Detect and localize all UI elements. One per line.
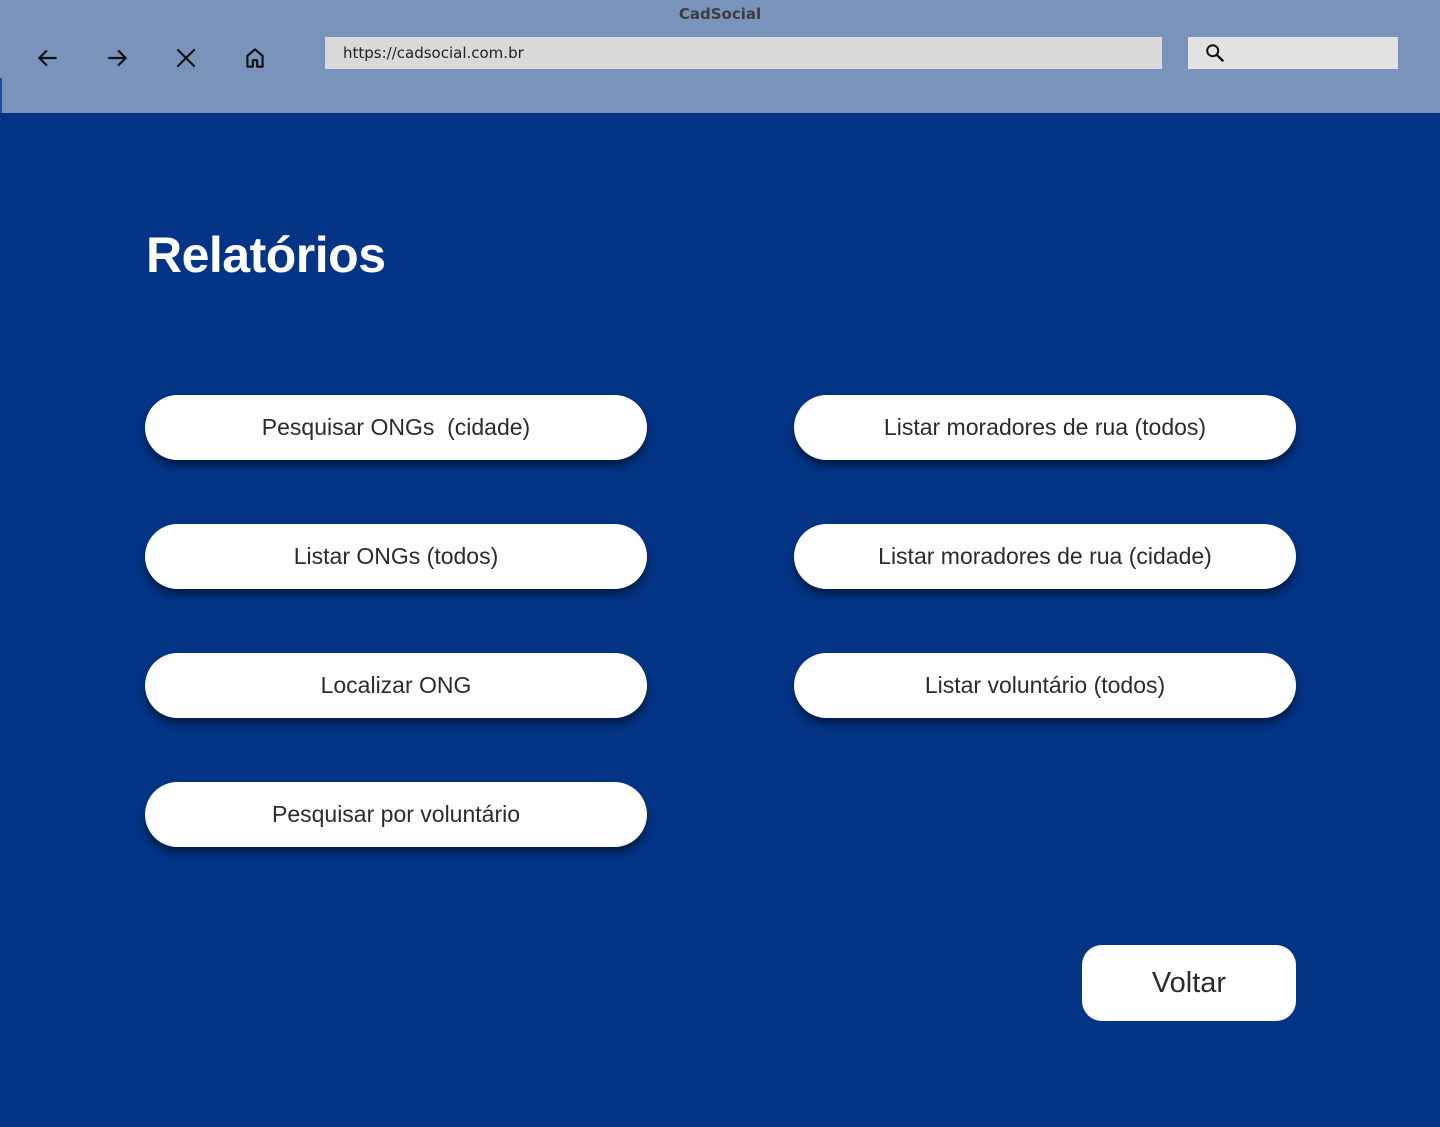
back-button[interactable]: Voltar <box>1082 945 1296 1021</box>
window-title: CadSocial <box>678 5 762 23</box>
browser-toolbar: CadSocial https://cadsocial.com.br <box>0 0 1440 113</box>
home-button[interactable] <box>241 44 269 72</box>
close-icon <box>176 48 196 68</box>
list-all-homeless-button[interactable]: Listar moradores de rua (todos) <box>794 395 1296 460</box>
search-input[interactable] <box>1188 37 1398 69</box>
locate-ngo-button[interactable]: Localizar ONG <box>145 653 647 718</box>
arrow-right-icon <box>108 49 128 67</box>
search-by-volunteer-button[interactable]: Pesquisar por voluntário <box>145 782 647 847</box>
home-icon <box>246 48 264 68</box>
list-all-ngos-button[interactable]: Listar ONGs (todos) <box>145 524 647 589</box>
page-title: Relatórios <box>146 227 386 283</box>
back-nav-button[interactable] <box>34 44 62 72</box>
search-ngos-by-city-button[interactable]: Pesquisar ONGs (cidade) <box>145 395 647 460</box>
search-icon <box>1206 44 1225 63</box>
list-homeless-by-city-button[interactable]: Listar moradores de rua (cidade) <box>794 524 1296 589</box>
address-bar[interactable]: https://cadsocial.com.br <box>325 37 1162 69</box>
forward-nav-button[interactable] <box>103 44 131 72</box>
stop-button[interactable] <box>172 44 200 72</box>
list-all-volunteers-button[interactable]: Listar voluntário (todos) <box>794 653 1296 718</box>
arrow-left-icon <box>37 49 57 67</box>
toolbar-edge <box>0 78 2 113</box>
